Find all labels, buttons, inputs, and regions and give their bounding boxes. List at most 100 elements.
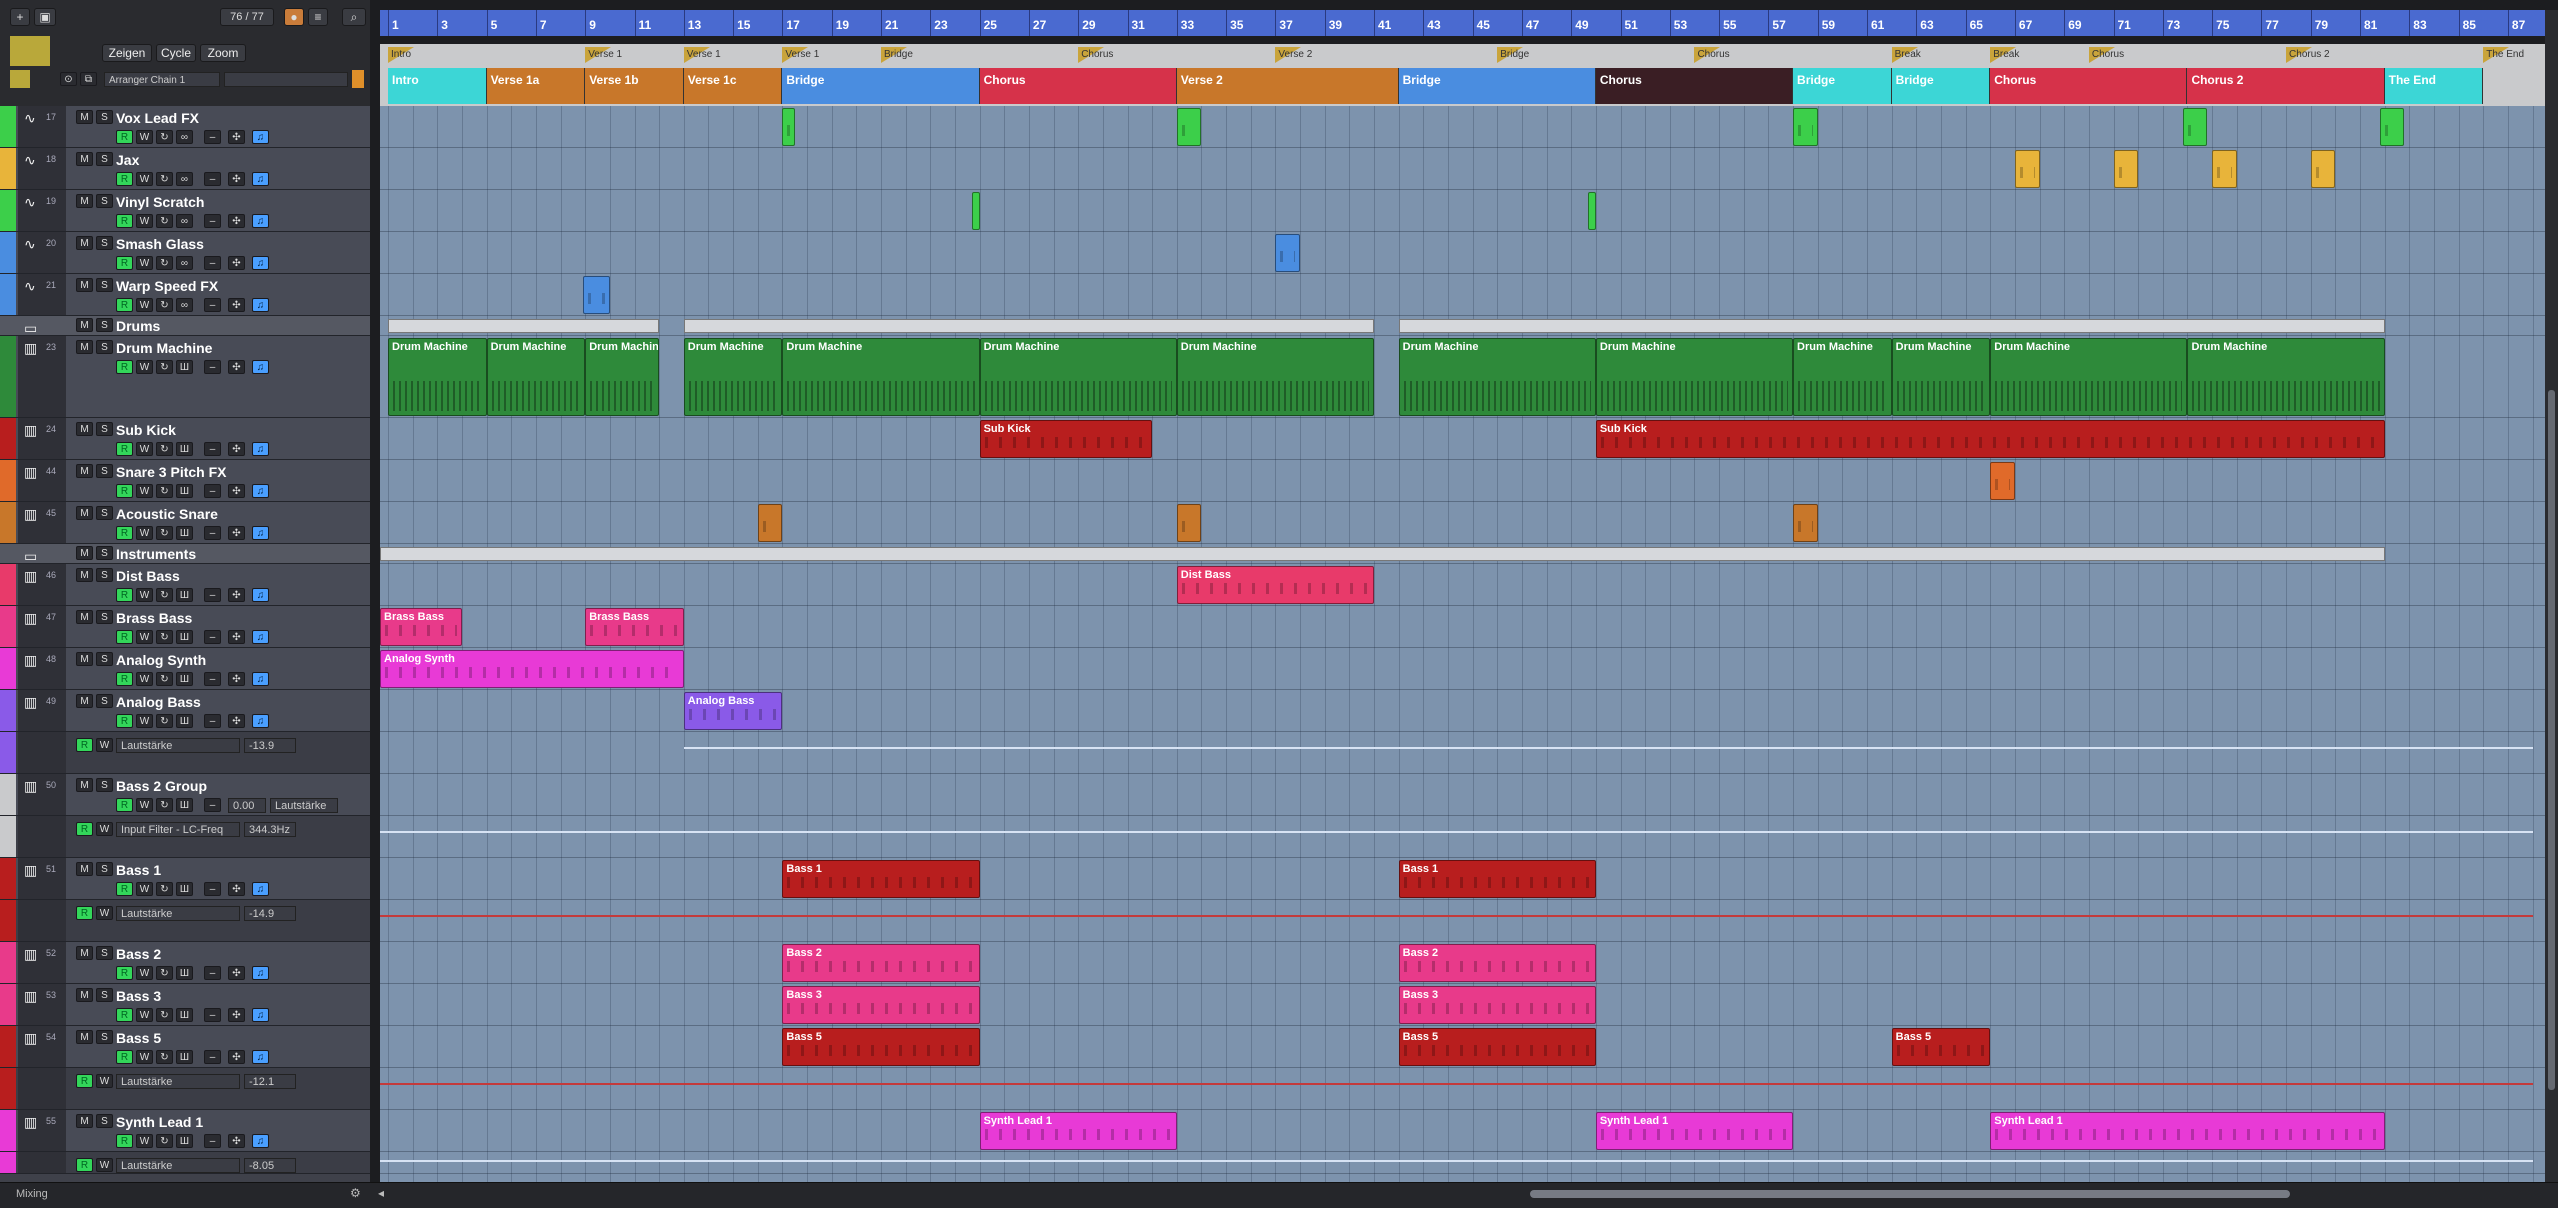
event[interactable]: Drum Machine: [1176, 338, 1374, 416]
event[interactable]: [782, 108, 795, 146]
marker[interactable]: Verse 1: [683, 47, 721, 63]
automation-value[interactable]: 344.3Hz: [244, 822, 296, 837]
write-button[interactable]: W: [136, 588, 153, 602]
track-header[interactable]: ▥ 52 M S Bass 2 R W ↻ Ш – ✣ ♫: [0, 942, 370, 984]
monitor-icon[interactable]: –: [204, 130, 221, 144]
track-header[interactable]: R W Lautstärke -14.9: [0, 900, 370, 942]
solo-button[interactable]: S: [96, 278, 113, 292]
automation-value[interactable]: -12.1: [244, 1074, 296, 1089]
event[interactable]: Drum Machine: [1990, 338, 2188, 416]
link-icon[interactable]: ∞: [176, 214, 193, 228]
track-header[interactable]: ∿ 20 M S Smash Glass R W ↻ ∞ – ✣ ♫: [0, 232, 370, 274]
marker[interactable]: Verse 1: [585, 47, 622, 63]
solo-button[interactable]: S: [96, 988, 113, 1002]
automation-value[interactable]: -8.05: [244, 1158, 296, 1173]
track-header[interactable]: ▥ 46 M S Dist Bass R W ↻ Ш – ✣ ♫: [0, 564, 370, 606]
event[interactable]: Drum Machine: [979, 338, 1177, 416]
link-icon[interactable]: ∞: [176, 172, 193, 186]
track-name[interactable]: Jax: [116, 152, 139, 168]
write-button[interactable]: W: [136, 672, 153, 686]
mute-button[interactable]: M: [76, 340, 93, 354]
track-header[interactable]: ▥ 45 M S Acoustic Snare R W ↻ Ш – ✣ ♫: [0, 502, 370, 544]
channel-settings-icon[interactable]: ♫: [252, 966, 269, 980]
channel-settings-icon[interactable]: ♫: [252, 882, 269, 896]
zoom-button[interactable]: Zoom: [200, 44, 246, 62]
arranger-section[interactable]: The End: [2384, 68, 2484, 104]
editor-icon[interactable]: Ш: [176, 714, 193, 728]
solo-button[interactable]: S: [96, 568, 113, 582]
track-header[interactable]: ∿ 17 M S Vox Lead FX R W ↻ ∞ – ✣ ♫: [0, 106, 370, 148]
write-automation-button[interactable]: W: [96, 822, 113, 836]
loop-icon[interactable]: ↻: [156, 1008, 173, 1022]
track-name[interactable]: Analog Bass: [116, 694, 201, 710]
solo-button[interactable]: S: [96, 422, 113, 436]
monitor-icon[interactable]: –: [204, 172, 221, 186]
monitor-icon[interactable]: –: [204, 882, 221, 896]
link-icon[interactable]: ∞: [176, 298, 193, 312]
loop-icon[interactable]: ↻: [156, 484, 173, 498]
event[interactable]: Bass 3: [1398, 986, 1596, 1024]
solo-button[interactable]: S: [96, 652, 113, 666]
add-track-button[interactable]: +: [10, 8, 30, 26]
mute-button[interactable]: M: [76, 194, 93, 208]
insert-icon[interactable]: ✣: [228, 360, 245, 374]
solo-button[interactable]: S: [96, 236, 113, 250]
channel-settings-icon[interactable]: ♫: [252, 714, 269, 728]
insert-icon[interactable]: ✣: [228, 966, 245, 980]
arranger-flag-icon[interactable]: [352, 70, 364, 88]
event[interactable]: [972, 192, 980, 230]
mute-button[interactable]: M: [76, 464, 93, 478]
event[interactable]: Analog Synth: [380, 650, 684, 688]
insert-icon[interactable]: ✣: [228, 1008, 245, 1022]
event[interactable]: [1176, 108, 1202, 146]
insert-icon[interactable]: ✣: [228, 214, 245, 228]
record-enable-button[interactable]: R: [116, 1134, 133, 1148]
write-button[interactable]: W: [136, 360, 153, 374]
record-enable-button[interactable]: R: [116, 360, 133, 374]
solo-button[interactable]: S: [96, 546, 113, 560]
event[interactable]: Bass 5: [782, 1028, 980, 1066]
event[interactable]: [1176, 504, 1202, 542]
event[interactable]: Drum Machine: [1793, 338, 1892, 416]
event[interactable]: Bass 2: [782, 944, 980, 982]
solo-button[interactable]: S: [96, 340, 113, 354]
write-button[interactable]: W: [136, 214, 153, 228]
event[interactable]: [2379, 108, 2405, 146]
arranger-chain-select[interactable]: Arranger Chain 1: [104, 72, 220, 87]
event[interactable]: Drum Machine: [683, 338, 783, 416]
editor-icon[interactable]: Ш: [176, 588, 193, 602]
track-header[interactable]: ▥ 23 M S Drum Machine R W ↻ Ш – ✣ ♫: [0, 336, 370, 418]
solo-button[interactable]: S: [96, 1114, 113, 1128]
solo-button[interactable]: S: [96, 862, 113, 876]
track-name[interactable]: Bass 5: [116, 1030, 161, 1046]
marker[interactable]: Chorus 2: [2286, 47, 2330, 63]
monitor-icon[interactable]: –: [204, 672, 221, 686]
event[interactable]: Drum Machine: [1891, 338, 1991, 416]
write-button[interactable]: W: [136, 484, 153, 498]
track-name[interactable]: Bass 3: [116, 988, 161, 1004]
mute-button[interactable]: M: [76, 318, 93, 332]
folder-part[interactable]: [388, 319, 660, 333]
insert-icon[interactable]: ✣: [228, 256, 245, 270]
write-button[interactable]: W: [136, 1008, 153, 1022]
arranger-section[interactable]: Chorus: [1595, 68, 1794, 104]
automation-curve[interactable]: [380, 1083, 2533, 1085]
mute-button[interactable]: M: [76, 610, 93, 624]
write-button[interactable]: W: [136, 256, 153, 270]
automation-curve[interactable]: [380, 831, 2533, 833]
record-enable-button[interactable]: R: [116, 442, 133, 456]
folder-name[interactable]: Instruments: [116, 546, 196, 562]
track-name[interactable]: Bass 1: [116, 862, 161, 878]
channel-settings-icon[interactable]: ♫: [252, 484, 269, 498]
solo-button[interactable]: S: [96, 110, 113, 124]
event[interactable]: Drum Machine: [2187, 338, 2385, 416]
insert-icon[interactable]: ✣: [228, 298, 245, 312]
event[interactable]: Drum Machine: [388, 338, 487, 416]
loop-icon[interactable]: ↻: [156, 298, 173, 312]
marker[interactable]: Bridge: [881, 47, 913, 63]
event[interactable]: [1793, 504, 1818, 542]
track-name[interactable]: Bass 2 Group: [116, 778, 207, 794]
editor-icon[interactable]: Ш: [176, 966, 193, 980]
automation-curve[interactable]: [683, 747, 2533, 749]
event[interactable]: Brass Bass: [380, 608, 462, 646]
